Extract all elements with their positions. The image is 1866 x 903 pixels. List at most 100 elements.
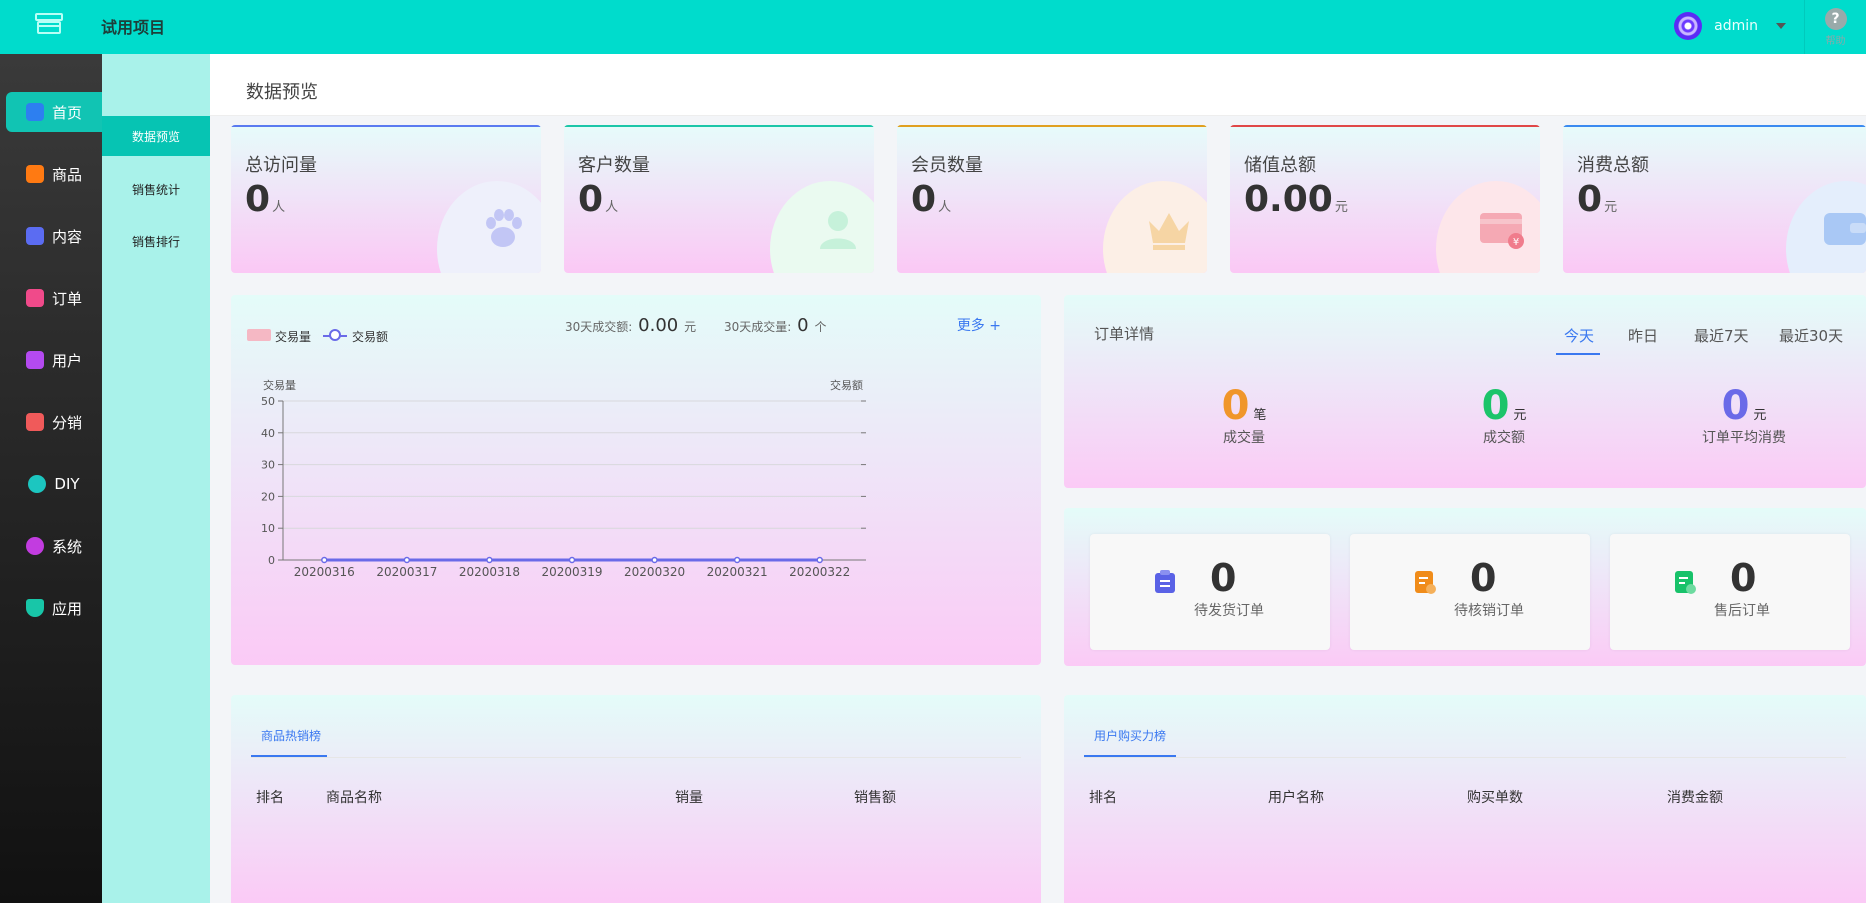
stat-card-customers: 客户数量 0人 bbox=[564, 125, 874, 273]
metric-unit: 元 bbox=[1753, 408, 1767, 423]
stat-value: 0.00 元 bbox=[1244, 179, 1348, 220]
sidebar-item-home[interactable]: 首页 bbox=[6, 92, 102, 132]
stat-label: 客户数量 bbox=[578, 155, 650, 176]
sidebar-item-diy[interactable]: DIY bbox=[6, 464, 102, 504]
help-icon[interactable]: ? bbox=[1824, 7, 1847, 30]
y-tick-label: 40 bbox=[261, 427, 275, 440]
tab-yesterday[interactable]: 昨日 bbox=[1628, 325, 1658, 346]
column-header[interactable]: 排名 bbox=[1089, 787, 1117, 807]
metric-order-amount: 0元 成交额 bbox=[1434, 383, 1574, 447]
paw-icon bbox=[486, 209, 522, 247]
legend-label-volume[interactable]: 交易量 bbox=[275, 328, 311, 345]
sidebar-item-system[interactable]: 系统 bbox=[6, 526, 102, 566]
y-tick-label: 50 bbox=[261, 395, 275, 408]
store-logo-icon[interactable] bbox=[34, 12, 64, 36]
stat-number: 0 bbox=[578, 179, 604, 220]
stat-unit: 人 bbox=[605, 200, 619, 215]
metric-label: 成交额 bbox=[1483, 430, 1525, 446]
sidebar-item-label: 订单 bbox=[51, 289, 82, 308]
column-header[interactable]: 用户名称 bbox=[1268, 787, 1324, 807]
pending-shipment-card[interactable]: 0 待发货订单 bbox=[1090, 534, 1330, 650]
username[interactable]: admin bbox=[1714, 18, 1758, 34]
submenu-item-data-preview[interactable]: 数据预览 bbox=[102, 116, 210, 156]
stat-unit: 人 bbox=[938, 200, 952, 215]
pending-label: 售后订单 bbox=[1714, 603, 1770, 619]
avatar[interactable] bbox=[1674, 12, 1703, 40]
sidebar-item-apps[interactable]: 应用 bbox=[6, 588, 102, 628]
order-icon bbox=[25, 289, 44, 307]
submenu-item-sales-stats[interactable]: 销售统计 bbox=[102, 169, 210, 209]
metric-value: 0 bbox=[1221, 383, 1250, 429]
pie-icon bbox=[28, 475, 47, 493]
aftersale-icon bbox=[1675, 571, 1696, 594]
metric-value: 0 bbox=[1721, 383, 1750, 429]
pending-aftersale-card[interactable]: 0 售后订单 bbox=[1610, 534, 1850, 650]
sidebar-item-content[interactable]: 内容 bbox=[6, 216, 102, 256]
metric-unit: 笔 bbox=[1253, 408, 1267, 423]
sidebar-item-orders[interactable]: 订单 bbox=[6, 278, 102, 318]
tab-last-30-days[interactable]: 最近30天 bbox=[1779, 325, 1843, 346]
user-menu[interactable]: admin bbox=[1674, 12, 1786, 40]
active-tab-indicator bbox=[1084, 755, 1176, 757]
tab-today[interactable]: 今天 bbox=[1564, 325, 1594, 346]
verify-icon bbox=[1415, 571, 1436, 594]
metric-unit: 元 bbox=[1513, 408, 1527, 423]
metric-order-average: 0元 订单平均消费 bbox=[1654, 383, 1834, 447]
column-header[interactable]: 商品名称 bbox=[326, 787, 382, 807]
stat-card-consumption: 消费总额 0元 bbox=[1563, 125, 1866, 273]
active-tab-indicator bbox=[1556, 353, 1600, 355]
stat-unit: 人 bbox=[272, 200, 286, 215]
card-accent bbox=[1563, 125, 1866, 127]
card-accent bbox=[1230, 125, 1540, 127]
submenu-item-sales-rank[interactable]: 销售排行 bbox=[102, 221, 210, 261]
rank-divider bbox=[251, 757, 1021, 758]
chevron-down-icon[interactable] bbox=[1776, 23, 1786, 29]
line-point bbox=[816, 556, 823, 564]
coins-icon bbox=[25, 413, 44, 431]
more-link[interactable]: 更多 + bbox=[957, 315, 1001, 335]
tab-last-7-days[interactable]: 最近7天 bbox=[1694, 325, 1749, 346]
pending-value: 0 bbox=[1210, 556, 1237, 600]
pending-verify-card[interactable]: 0 待核销订单 bbox=[1350, 534, 1590, 650]
system-icon bbox=[25, 537, 44, 555]
active-tab-indicator bbox=[251, 755, 327, 757]
column-header[interactable]: 购买单数 bbox=[1467, 787, 1523, 807]
user-icon bbox=[25, 351, 44, 369]
help-button[interactable]: ? 帮助 bbox=[1804, 0, 1866, 54]
summary-amount-value: 0.00 bbox=[638, 315, 679, 336]
customers-icon bbox=[820, 211, 856, 249]
column-header[interactable]: 销售额 bbox=[854, 787, 896, 807]
column-header[interactable]: 销量 bbox=[675, 787, 703, 807]
x-tick-label: 20200321 bbox=[707, 565, 768, 579]
metric-value: 0 bbox=[1481, 383, 1510, 429]
sidebar-item-goods[interactable]: 商品 bbox=[6, 154, 102, 194]
summary-count-unit: 个 bbox=[814, 320, 827, 334]
stat-unit: 元 bbox=[1334, 200, 1348, 215]
sidebar-item-label: 商品 bbox=[51, 165, 82, 184]
tab-goods-rank[interactable]: 商品热销榜 bbox=[261, 727, 321, 744]
column-header[interactable]: 排名 bbox=[256, 787, 284, 807]
legend-dot-amount[interactable] bbox=[329, 329, 341, 341]
pending-value: 0 bbox=[1730, 556, 1757, 600]
x-tick-label: 20200320 bbox=[624, 565, 685, 579]
shop-icon bbox=[25, 165, 44, 183]
x-tick-label: 20200316 bbox=[294, 565, 355, 579]
stat-value: 0人 bbox=[578, 179, 618, 220]
help-label: 帮助 bbox=[1825, 35, 1846, 47]
y-tick-label: 0 bbox=[268, 554, 275, 567]
pending-label: 待核销订单 bbox=[1454, 603, 1524, 619]
stat-label: 总访问量 bbox=[245, 155, 317, 176]
tab-user-rank[interactable]: 用户购买力榜 bbox=[1094, 727, 1166, 744]
sidebar-item-label: 内容 bbox=[51, 227, 82, 246]
page-title: 数据预览 bbox=[246, 82, 318, 103]
sidebar-item-users[interactable]: 用户 bbox=[6, 340, 102, 380]
line-point bbox=[321, 556, 328, 564]
stat-number: 0.00 bbox=[1244, 179, 1333, 220]
column-header[interactable]: 消费金额 bbox=[1667, 787, 1723, 807]
top-bar: 试用项目 admin ? 帮助 bbox=[0, 0, 1866, 54]
stat-value: 0元 bbox=[1577, 179, 1617, 220]
x-tick-label: 20200319 bbox=[541, 565, 602, 579]
legend-swatch-volume[interactable] bbox=[247, 329, 271, 341]
legend-label-amount[interactable]: 交易额 bbox=[352, 328, 388, 345]
sidebar-item-distribution[interactable]: 分销 bbox=[6, 402, 102, 442]
